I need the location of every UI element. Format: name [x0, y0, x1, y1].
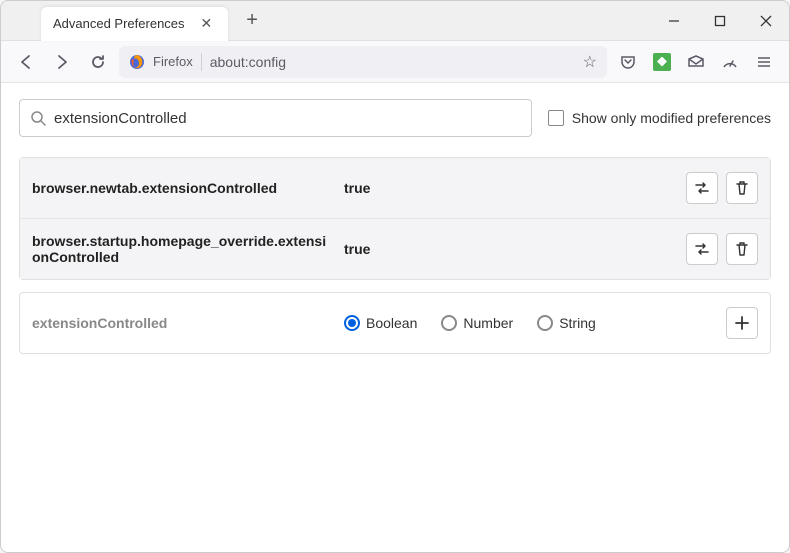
close-tab-icon[interactable]: ✕: [197, 15, 217, 32]
window-controls: [651, 1, 789, 41]
radio-label: Boolean: [366, 315, 417, 331]
toggle-button[interactable]: [686, 233, 718, 265]
search-input[interactable]: [54, 110, 521, 127]
extension-icon[interactable]: [647, 47, 677, 77]
toolbar-right: [613, 47, 779, 77]
search-icon: [30, 110, 46, 126]
show-modified-label: Show only modified preferences: [572, 110, 771, 126]
preference-value: true: [344, 180, 674, 196]
radio-number[interactable]: Number: [441, 315, 513, 331]
url-bar[interactable]: Firefox about:config ☆: [119, 46, 607, 78]
radio-label: Number: [463, 315, 513, 331]
tab-title: Advanced Preferences: [53, 16, 185, 31]
speed-icon[interactable]: [715, 47, 745, 77]
firefox-icon: [129, 54, 145, 70]
radio-icon: [441, 315, 457, 331]
preference-row[interactable]: browser.newtab.extensionControlled true: [20, 158, 770, 219]
close-window-button[interactable]: [743, 1, 789, 41]
toggle-button[interactable]: [686, 172, 718, 204]
inbox-icon[interactable]: [681, 47, 711, 77]
search-row: Show only modified preferences: [19, 99, 771, 137]
back-button[interactable]: [11, 47, 41, 77]
preference-list: browser.newtab.extensionControlled true …: [19, 157, 771, 280]
maximize-button[interactable]: [697, 1, 743, 41]
preference-name: browser.newtab.extensionControlled: [32, 180, 332, 196]
reload-button[interactable]: [83, 47, 113, 77]
radio-icon: [537, 315, 553, 331]
show-modified-checkbox[interactable]: Show only modified preferences: [548, 110, 771, 126]
identity-label: Firefox: [153, 54, 193, 69]
delete-button[interactable]: [726, 172, 758, 204]
radio-label: String: [559, 315, 596, 331]
titlebar: Advanced Preferences ✕ +: [1, 1, 789, 41]
preference-row[interactable]: browser.startup.homepage_override.extens…: [20, 219, 770, 279]
row-actions: [686, 233, 758, 265]
checkbox-icon: [548, 110, 564, 126]
content: Show only modified preferences browser.n…: [1, 83, 789, 370]
browser-tab[interactable]: Advanced Preferences ✕: [41, 7, 228, 41]
radio-icon: [344, 315, 360, 331]
search-box[interactable]: [19, 99, 532, 137]
minimize-button[interactable]: [651, 1, 697, 41]
forward-button[interactable]: [47, 47, 77, 77]
url-text: about:config: [210, 54, 286, 70]
new-tab-button[interactable]: +: [240, 9, 264, 32]
radio-boolean[interactable]: Boolean: [344, 315, 417, 331]
window: Advanced Preferences ✕ +: [0, 0, 790, 553]
new-preference-name: extensionControlled: [32, 315, 332, 331]
new-preference-section: extensionControlled Boolean Number Strin…: [19, 292, 771, 354]
preference-name: browser.startup.homepage_override.extens…: [32, 233, 332, 265]
add-button[interactable]: [726, 307, 758, 339]
type-radio-group: Boolean Number String: [344, 315, 714, 331]
toolbar: Firefox about:config ☆: [1, 41, 789, 83]
delete-button[interactable]: [726, 233, 758, 265]
radio-string[interactable]: String: [537, 315, 596, 331]
pocket-icon[interactable]: [613, 47, 643, 77]
bookmark-star-icon[interactable]: ☆: [583, 52, 597, 72]
row-actions: [726, 307, 758, 339]
preference-value: true: [344, 241, 674, 257]
menu-icon[interactable]: [749, 47, 779, 77]
row-actions: [686, 172, 758, 204]
divider: [201, 53, 202, 71]
new-preference-row: extensionControlled Boolean Number Strin…: [20, 293, 770, 353]
